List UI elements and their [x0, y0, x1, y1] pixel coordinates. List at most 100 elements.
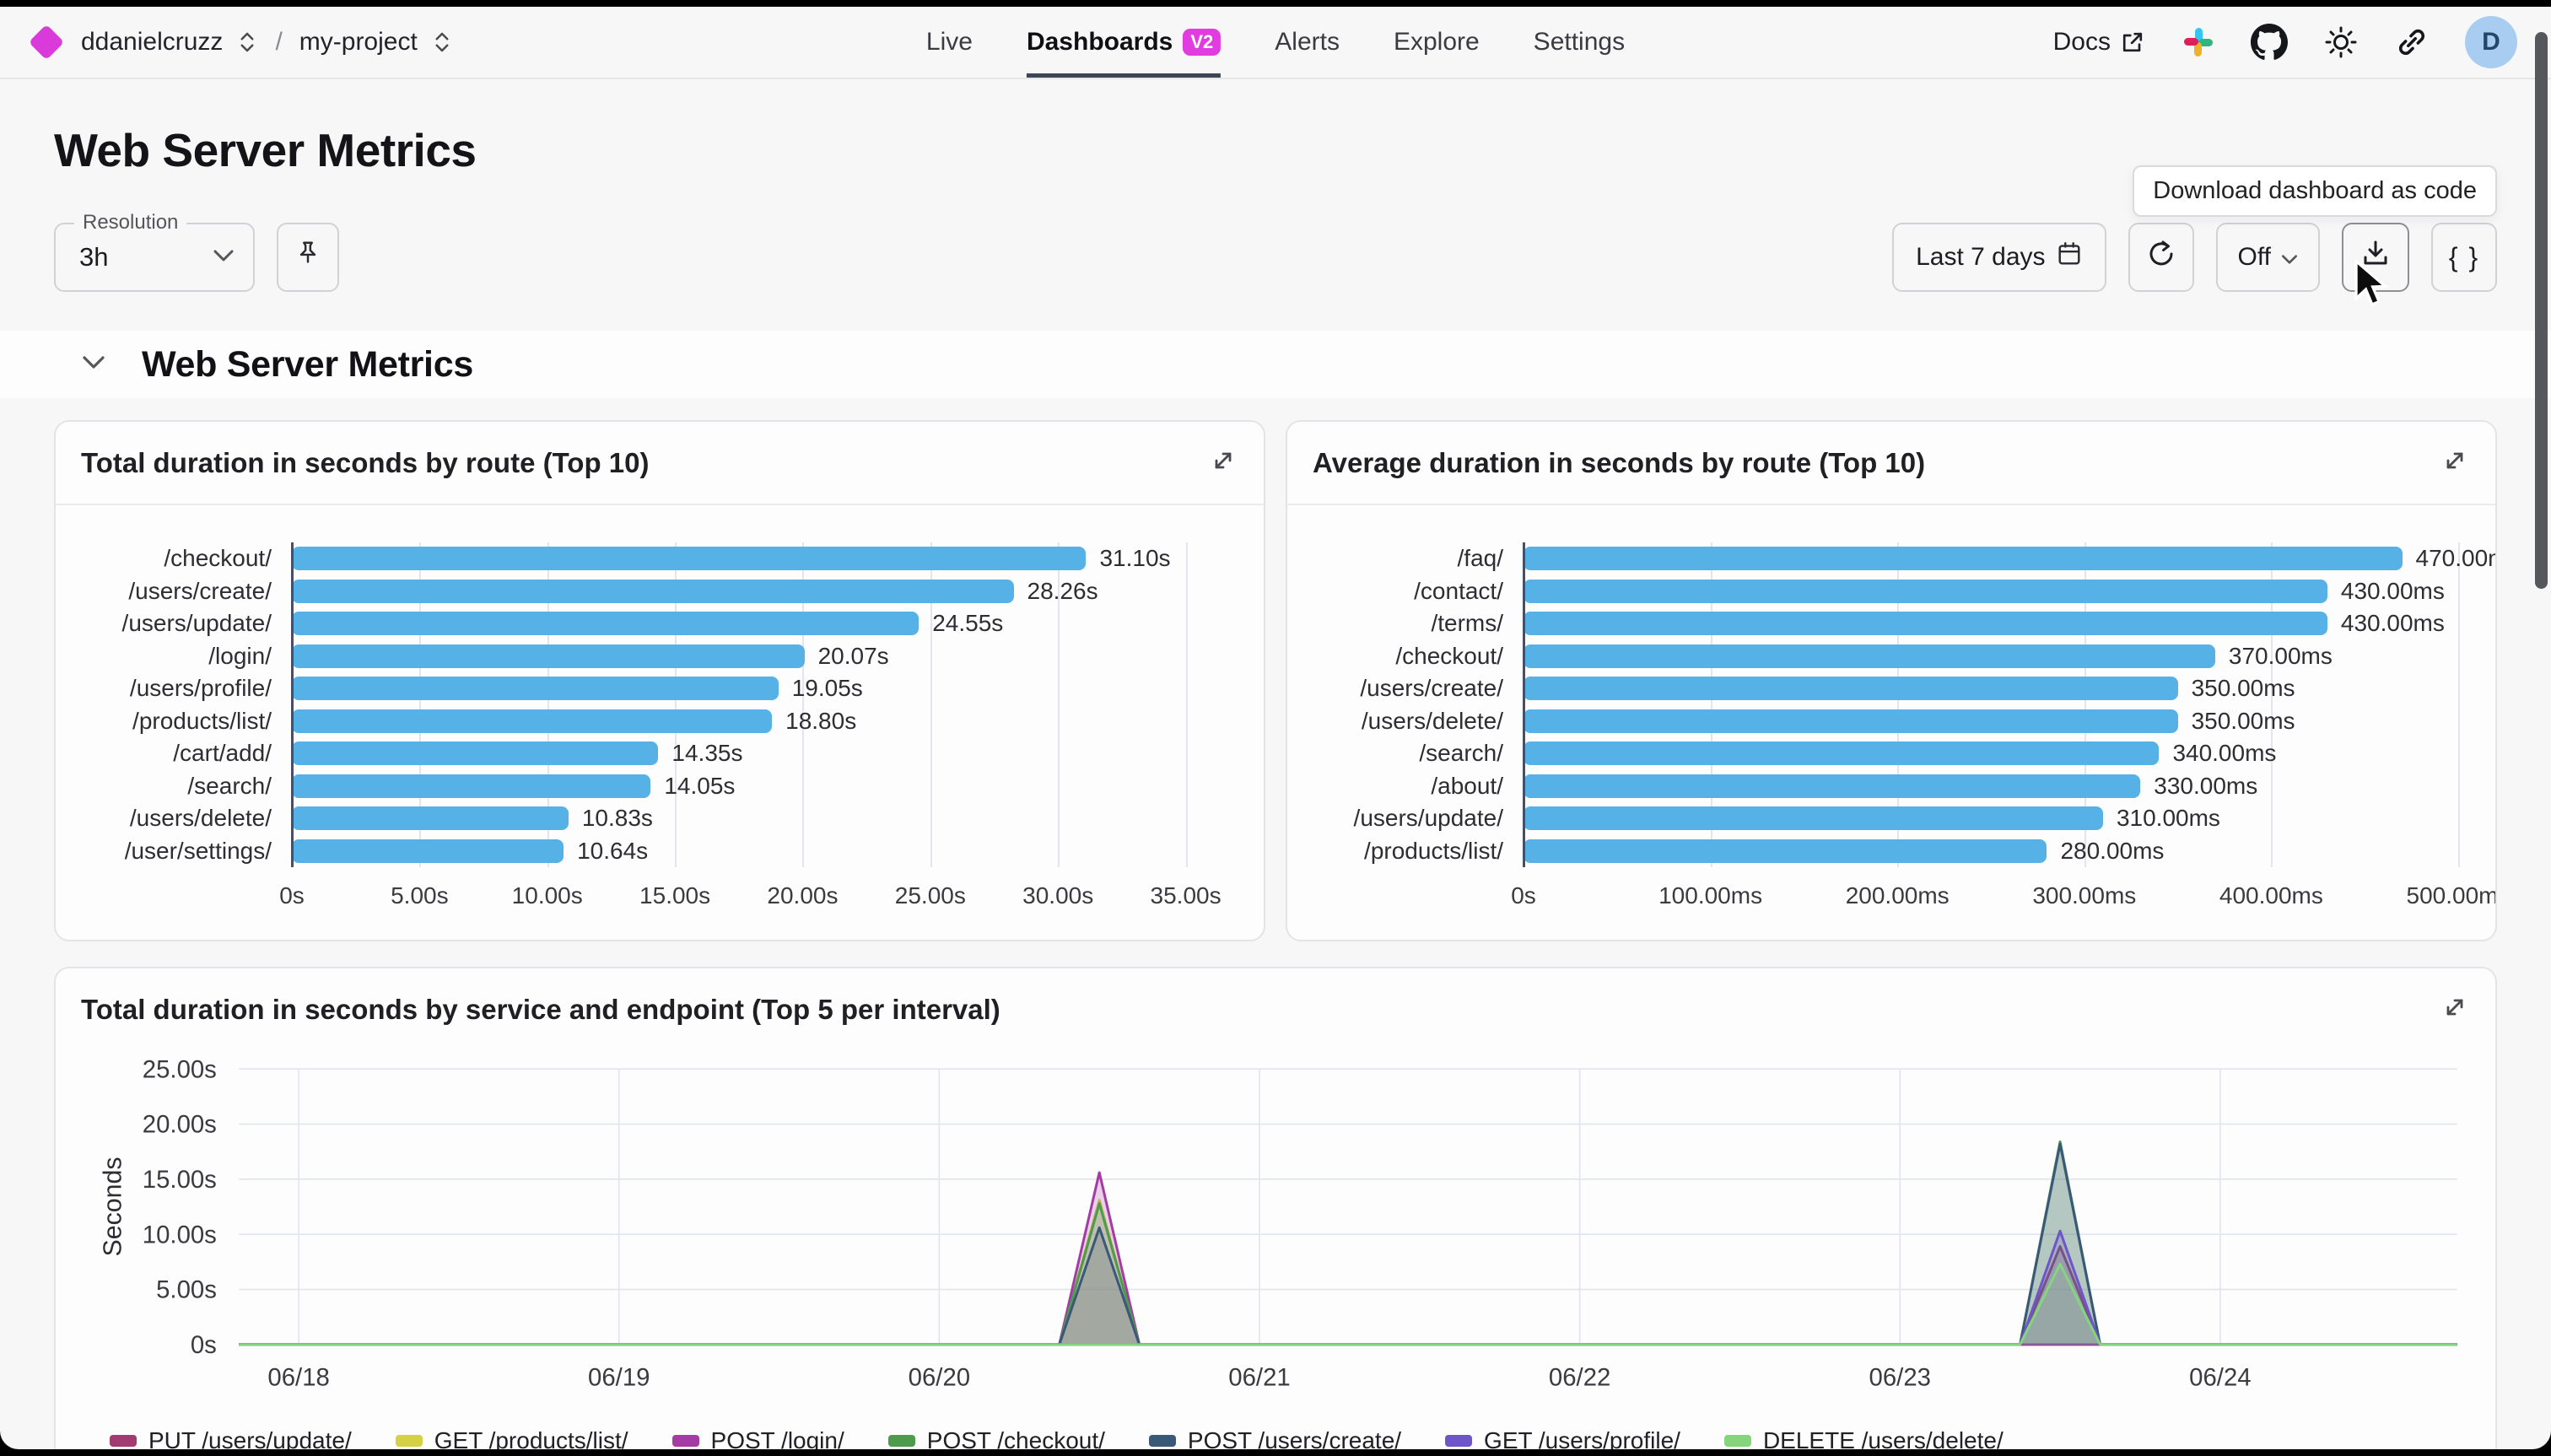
legend-item[interactable]: POST /login/ — [672, 1427, 844, 1449]
bar-value-label: 310.00ms — [2117, 802, 2220, 835]
x-axis-ticks: 0s5.00s10.00s15.00s20.00s25.00s30.00s35.… — [292, 882, 1227, 918]
expand-icon[interactable] — [2440, 445, 2470, 480]
refresh-icon — [2146, 239, 2176, 276]
resolution-select[interactable]: Resolution 3h — [54, 223, 255, 292]
legend-label: POST /login/ — [711, 1427, 844, 1449]
braces-label: { } — [2449, 242, 2479, 273]
x-tick-label: 06/23 — [1869, 1363, 1931, 1391]
bar-label: /products/list/ — [1313, 835, 1524, 868]
bar — [292, 806, 569, 830]
legend-item[interactable]: GET /products/list/ — [396, 1427, 628, 1449]
org-selector[interactable]: ddanielcruzz — [81, 28, 223, 57]
project-selector[interactable]: my-project — [299, 28, 418, 57]
legend-swatch — [110, 1435, 137, 1447]
area-fill — [239, 1264, 2457, 1344]
refresh-button[interactable] — [2128, 223, 2194, 292]
legend-item[interactable]: PUT /users/update/ — [110, 1427, 352, 1449]
y-tick-label: 0s — [191, 1331, 217, 1359]
tab-live[interactable]: Live — [926, 7, 973, 78]
panel-average-duration-by-route: Average duration in seconds by route (To… — [1286, 420, 2497, 941]
dashboard-code-button[interactable]: { } — [2431, 223, 2497, 292]
bar-label: /faq/ — [1313, 542, 1524, 575]
x-tick-label: 5.00s — [391, 882, 449, 909]
tab-settings[interactable]: Settings — [1534, 7, 1625, 78]
time-range-button[interactable]: Last 7 days — [1892, 223, 2106, 292]
tab-dashboards[interactable]: Dashboards V2 — [1027, 7, 1221, 78]
auto-refresh-select[interactable]: Off — [2216, 223, 2320, 292]
y-tick-label: 15.00s — [143, 1166, 217, 1194]
github-icon[interactable] — [2251, 24, 2288, 61]
x-tick-label: 0s — [1511, 882, 1536, 909]
bar — [1524, 774, 2140, 798]
share-link-icon[interactable] — [2394, 24, 2430, 60]
x-tick-label: 400.00ms — [2219, 882, 2323, 909]
bar — [1524, 580, 2327, 603]
bar-value-label: 470.00ms — [2416, 542, 2497, 575]
gridline — [2458, 542, 2460, 867]
bar-plot-area: 31.10s28.26s24.55s20.07s19.05s18.80s14.3… — [292, 542, 1227, 867]
area-fill — [239, 1247, 2457, 1345]
bar-category-labels: /checkout//users/create//users/update//l… — [81, 542, 292, 867]
section-title: Web Server Metrics — [142, 344, 473, 386]
expand-icon[interactable] — [1208, 445, 1238, 480]
bar-label: /about/ — [1313, 770, 1524, 803]
bar-label: /checkout/ — [81, 542, 292, 575]
tab-explore[interactable]: Explore — [1394, 7, 1480, 78]
bar-value-label: 18.80s — [785, 705, 856, 738]
bar-chart-average-duration: /faq//contact//terms//checkout//users/cr… — [1313, 542, 2458, 918]
bar-value-label: 430.00ms — [2341, 607, 2445, 640]
x-tick-label: 15.00s — [639, 882, 710, 909]
area-fill — [239, 1141, 2457, 1344]
series-line — [239, 1264, 2457, 1344]
external-link-icon — [2119, 29, 2146, 56]
legend-item[interactable]: POST /checkout/ — [888, 1427, 1105, 1449]
bar-label: /products/list/ — [81, 705, 292, 738]
chevron-up-down-icon[interactable] — [236, 30, 258, 55]
expand-icon[interactable] — [2440, 992, 2470, 1027]
panel-title: Average duration in seconds by route (To… — [1313, 447, 1925, 479]
bar-value-label: 350.00ms — [2192, 705, 2295, 738]
series-line — [239, 1247, 2457, 1345]
legend-item[interactable]: DELETE /users/delete/ — [1724, 1427, 2004, 1449]
bar — [1524, 806, 2103, 830]
x-tick-label: 200.00ms — [1846, 882, 1950, 909]
docs-link[interactable]: Docs — [2053, 28, 2146, 57]
breadcrumb-separator: / — [275, 28, 282, 57]
bar — [1524, 612, 2327, 635]
bar-category-labels: /faq//contact//terms//checkout//users/cr… — [1313, 542, 1524, 867]
chevron-up-down-icon[interactable] — [431, 30, 453, 55]
legend-label: POST /checkout/ — [927, 1427, 1105, 1449]
bar-label: /login/ — [81, 640, 292, 673]
x-tick-label: 06/21 — [1228, 1363, 1290, 1391]
legend-item[interactable]: POST /users/create/ — [1149, 1427, 1401, 1449]
legend-swatch — [672, 1435, 699, 1447]
bar — [292, 580, 1014, 603]
bar-value-label: 280.00ms — [2060, 835, 2164, 868]
top-navigation-bar: ddanielcruzz / my-project Live Dashboard… — [0, 7, 2551, 79]
bar-label: /users/update/ — [81, 607, 292, 640]
avatar[interactable]: D — [2465, 16, 2517, 68]
y-tick-label: 20.00s — [143, 1111, 217, 1139]
legend-label: GET /users/profile/ — [1484, 1427, 1680, 1449]
logo-diamond-icon[interactable] — [29, 24, 64, 60]
bar — [292, 741, 658, 765]
bar — [292, 839, 564, 863]
x-axis-ticks: 0s100.00ms200.00ms300.00ms400.00ms500.00… — [1524, 882, 2458, 918]
tab-alerts[interactable]: Alerts — [1275, 7, 1340, 78]
x-tick-label: 500.00ms — [2407, 882, 2497, 909]
bar-value-label: 31.10s — [1099, 542, 1170, 575]
bar — [292, 677, 779, 700]
legend-swatch — [1445, 1435, 1472, 1447]
series-line — [239, 1231, 2457, 1345]
calendar-icon — [2056, 240, 2083, 274]
bar-value-label: 20.07s — [818, 640, 889, 673]
legend-item[interactable]: GET /users/profile/ — [1445, 1427, 1680, 1449]
pin-resolution-button[interactable] — [277, 223, 339, 292]
collapse-chevron-icon[interactable] — [81, 354, 106, 375]
scrollbar-thumb[interactable] — [2535, 32, 2548, 589]
chevron-down-icon — [2281, 243, 2298, 272]
theme-toggle-sun-icon[interactable] — [2323, 24, 2359, 60]
bar — [1524, 741, 2159, 765]
bar — [292, 644, 805, 668]
slack-icon[interactable] — [2182, 25, 2215, 59]
